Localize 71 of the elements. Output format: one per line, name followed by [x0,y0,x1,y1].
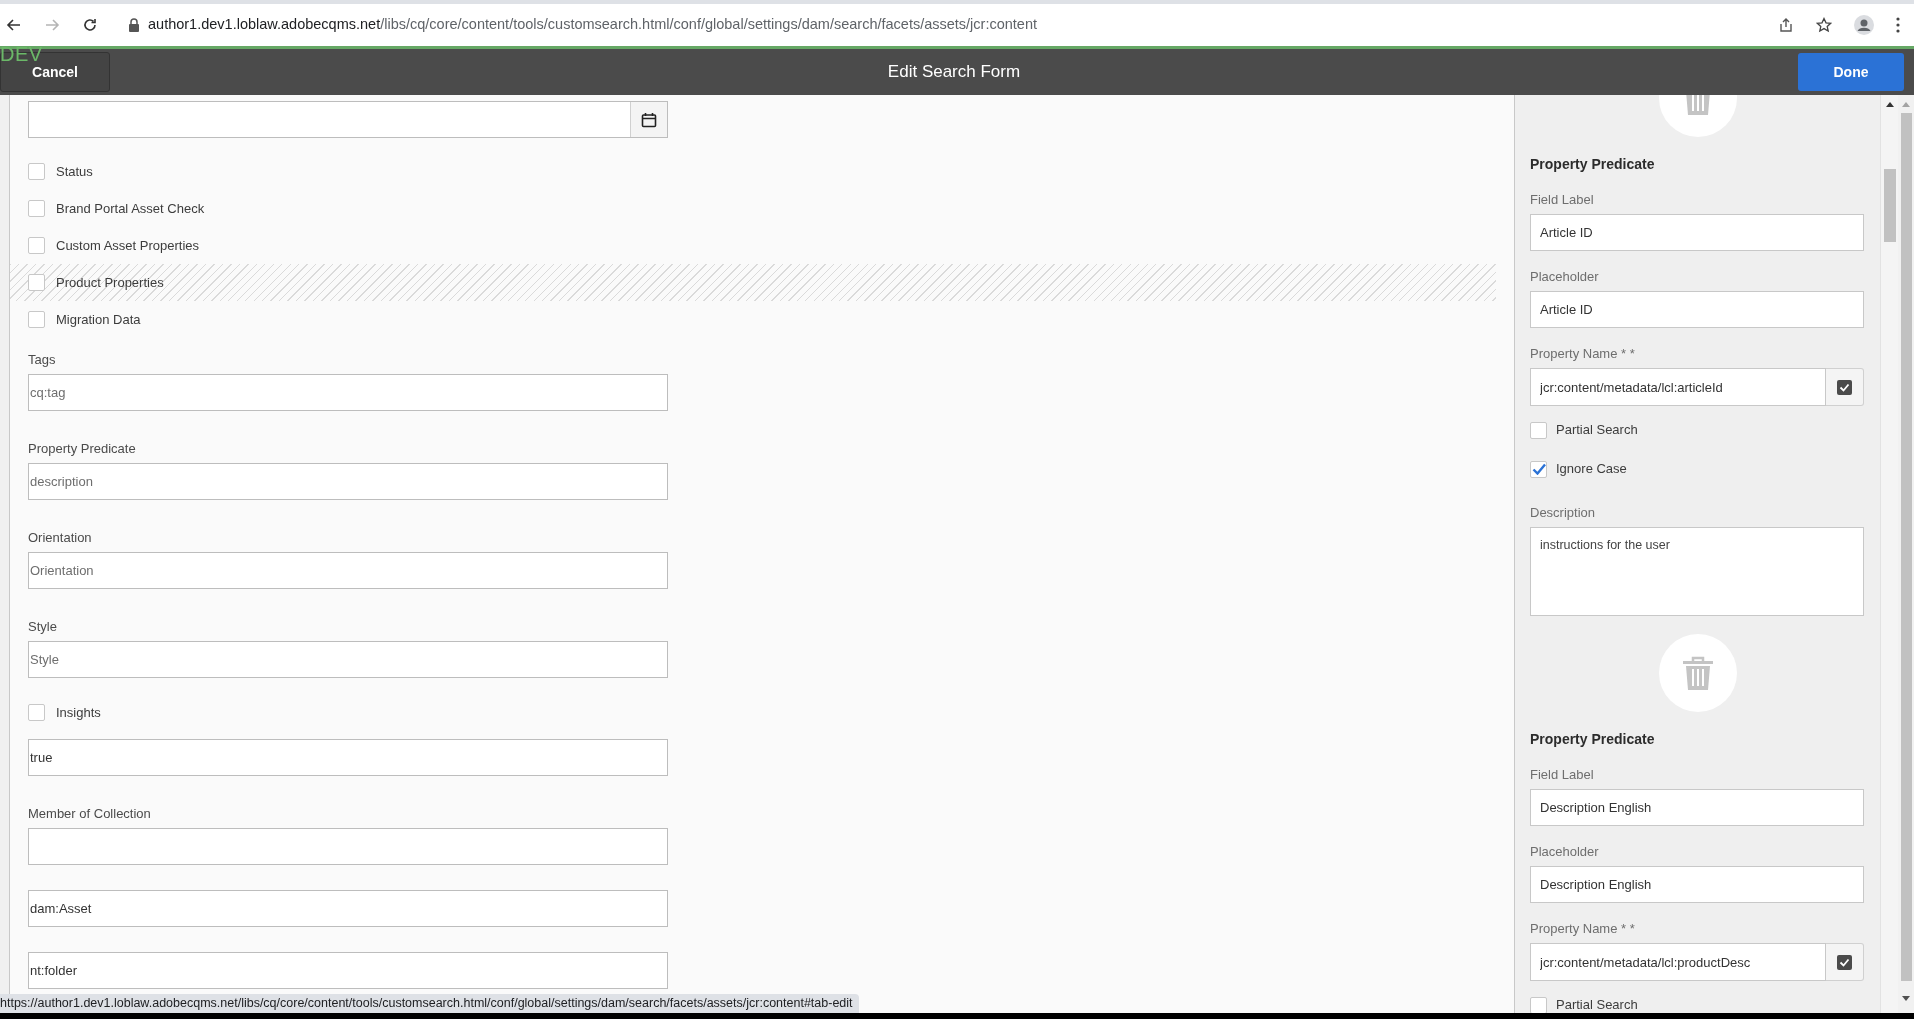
lock-icon [128,18,140,32]
checkbox-label: Partial Search [1556,421,1638,440]
text-area[interactable]: instructions for the user [1530,527,1864,616]
checkbox[interactable] [1530,996,1547,1013]
checkbox[interactable] [1530,421,1547,439]
scroll-down-icon[interactable] [1902,996,1910,1001]
checkbox-label: Brand Portal Asset Check [56,199,205,218]
field-label: Description [1530,504,1596,522]
checkbox[interactable] [28,237,45,254]
checkbox-label: Migration Data [56,310,141,329]
done-button[interactable]: Done [1798,53,1904,91]
confirm-button[interactable] [1826,943,1864,981]
input-field[interactable]: Style [28,641,668,678]
calendar-icon [641,111,657,128]
status-url: https://author1.dev1.loblaw.adobecqms.net/libs/cq/core/content/tools/customsearch.html/conf/global/settings/dam/search/facets/assets/jcr:content#tab-edit [0,994,859,1013]
field-label: Field Label [1530,191,1594,209]
confirm-button[interactable] [1826,368,1864,406]
field-label: Property Name * * [1530,920,1635,938]
scroll-thumb[interactable] [1883,169,1896,242]
field-label: Placeholder [1530,843,1599,861]
scrollbar[interactable] [1898,95,1914,1013]
checkmark-icon [1837,954,1852,970]
profile-icon[interactable] [1854,15,1874,35]
checkbox[interactable] [28,311,45,328]
field-label: Member of Collection [28,805,151,823]
field-label: Field Label [1530,766,1594,784]
field-label: Orientation [28,529,92,547]
input-field[interactable]: dam:Asset [28,890,668,927]
url-text: author1.dev1.loblaw.adobecqms.net/libs/cq/core/content/tools/customsearch.html/conf/global/settings/dam/search/facets/assets/jcr:content [148,15,1037,35]
star-icon[interactable] [1816,17,1832,33]
checkbox[interactable] [28,704,45,721]
input-field[interactable]: Orientation [28,552,668,589]
section-heading: Property Predicate [1530,730,1655,749]
checkbox[interactable] [1530,460,1547,478]
calendar-button[interactable] [630,102,667,137]
input-field[interactable]: cq:tag [28,374,668,411]
input-field[interactable]: description [28,463,668,500]
checkbox[interactable] [28,163,45,180]
input-field[interactable]: jcr:content/metadata/lcl:articleId [1530,368,1826,406]
input-field[interactable]: jcr:content/metadata/lcl:productDesc [1530,943,1826,981]
checkbox-label: Insights [56,703,101,722]
share-icon[interactable] [1778,17,1794,33]
input-field[interactable]: nt:folder [28,952,668,989]
trash-icon [1682,656,1713,690]
checkbox-label: Ignore Case [1556,460,1627,479]
scroll-thumb[interactable] [1900,113,1912,981]
field-label: Tags [28,351,56,369]
input-field[interactable] [28,828,668,865]
reload-icon[interactable] [82,17,98,33]
back-icon[interactable] [6,17,22,33]
date-field[interactable] [28,101,668,138]
page-title: Edit Search Form [887,61,1021,84]
input-field[interactable]: Description English [1530,866,1864,903]
field-label: Placeholder [1530,268,1599,286]
input-field[interactable]: Article ID [1530,291,1864,328]
scrollbar[interactable] [1880,95,1898,1013]
menu-icon[interactable] [1896,17,1900,33]
checkbox[interactable] [28,274,45,291]
section-heading: Property Predicate [1530,155,1655,174]
input-field[interactable]: Description English [1530,789,1864,826]
field-label: Property Predicate [28,440,136,458]
input-field[interactable]: true [28,739,668,776]
checkbox-label: Partial Search [1556,996,1638,1013]
checkbox-label: Custom Asset Properties [56,236,200,255]
checkmark-icon [1837,379,1852,395]
field-label: Style [28,618,57,636]
field-label: Property Name * * [1530,345,1635,363]
checkbox[interactable] [28,200,45,217]
input-field[interactable]: Article ID [1530,214,1864,251]
checkbox-label: Product Properties [56,273,164,292]
checkbox-label: Status [56,162,93,181]
